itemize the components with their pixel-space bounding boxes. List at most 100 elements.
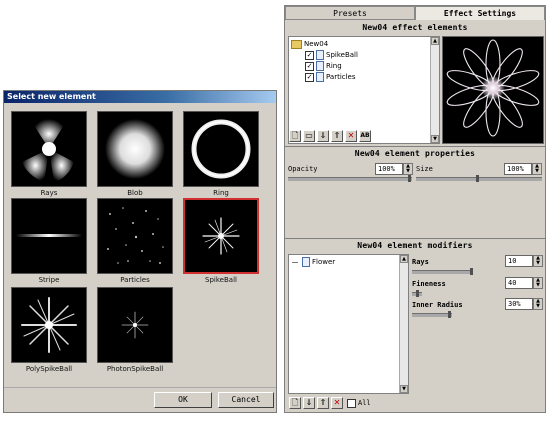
tree-root-item[interactable]: New04 [291,39,328,49]
tile-particles[interactable]: Particles [96,198,174,292]
tile-stripe[interactable]: Stripe [10,198,88,292]
move-up-icon[interactable]: ⇑ [331,130,343,142]
new-icon[interactable]: 🗋 [289,397,301,409]
tab-effect-settings[interactable]: Effect Settings [415,6,545,20]
tile-rays[interactable]: Rays [10,111,88,205]
open-icon[interactable]: ▭ [303,130,315,142]
tile-polyspikeball[interactable]: PolySpikeBall [10,287,88,381]
slider-thumb[interactable] [416,290,419,297]
dialog-button-bar: OK Cancel [4,387,276,412]
scroll-down-arrow-icon[interactable]: ▼ [400,385,408,393]
size-label: Size [416,165,433,173]
tree-line [292,261,298,263]
slider-thumb[interactable] [408,175,411,182]
new-icon[interactable]: 🗋 [289,130,301,142]
tab-presets[interactable]: Presets [285,6,415,20]
opacity-label: Opacity [288,165,318,173]
tree-item-label: SpikeBall [326,51,358,59]
polyspikeball-thumbnail-icon [11,287,87,363]
fineness-input[interactable]: 40 [505,277,533,289]
tile-label: Particles [120,276,150,284]
spikeball-thumbnail-icon [183,198,259,274]
slider-thumb[interactable] [476,175,479,182]
tile-label: Stripe [38,276,60,284]
tile-ring[interactable]: Ring [182,111,260,205]
document-icon [316,50,324,60]
tree-item-label: Particles [326,73,356,81]
fineness-slider[interactable] [412,290,422,297]
particles-thumbnail-icon [97,198,173,274]
rays-label: Rays [412,258,429,266]
modifiers-scrollbar[interactable]: ▲ ▼ [399,255,408,393]
rays-thumbnail-icon [11,111,87,187]
size-input[interactable]: 100% [504,163,532,175]
tree-item-label: Ring [326,62,342,70]
tile-label: SpikeBall [205,276,237,284]
inner-radius-input[interactable]: 30% [505,298,533,310]
size-spinner-icon[interactable]: ▲ ▼ [532,163,542,175]
cancel-button[interactable]: Cancel [218,392,274,408]
fineness-label: Fineness [412,280,446,288]
spikeball-checkbox[interactable]: ✓ [305,50,314,60]
modifiers-list: Flower ▲ ▼ [288,254,409,394]
scroll-down-arrow-icon[interactable]: ▼ [431,135,439,143]
elements-tree: New04 ✓ SpikeBall ✓ Ring ✓ Particles ▲ ▼ [288,36,440,144]
opacity-input[interactable]: 100% [375,163,403,175]
elements-section-title: New04 effect elements [362,23,468,32]
ok-button[interactable]: OK [154,392,212,408]
delete-icon[interactable]: ✕ [345,130,357,142]
modifiers-section-title: New04 element modifiers [357,241,473,250]
size-slider[interactable] [416,175,542,182]
inner-radius-label: Inner Radius [412,301,463,309]
tile-label: Blob [127,189,143,197]
document-icon [302,257,310,267]
rays-slider[interactable] [412,268,473,275]
document-icon [316,72,324,82]
rays-input[interactable]: 10 [505,255,533,267]
rays-spinner-icon[interactable]: ▲ ▼ [533,255,543,267]
tile-label: PhotonSpikeBall [106,365,164,373]
scroll-up-arrow-icon[interactable]: ▲ [431,37,439,45]
particles-checkbox[interactable]: ✓ [305,72,314,82]
properties-section-title: New04 element properties [354,149,476,158]
document-icon [316,61,324,71]
blob-thumbnail-icon [97,111,173,187]
dialog-title: Select new element [4,91,276,103]
tree-item-spikeball[interactable]: ✓ SpikeBall [305,50,358,60]
inner-radius-spinner-icon[interactable]: ▲ ▼ [533,298,543,310]
tile-photonspikeball[interactable]: PhotonSpikeBall [96,287,174,381]
ring-thumbnail-icon [183,111,259,187]
stripe-thumbnail-icon [11,198,87,274]
modifier-label: Flower [312,258,336,266]
slider-thumb[interactable] [448,311,451,318]
move-down-icon[interactable]: ⇓ [317,130,329,142]
elements-scrollbar[interactable]: ▲ ▼ [430,37,439,143]
inner-radius-slider[interactable] [412,311,452,318]
tile-blob[interactable]: Blob [96,111,174,205]
fineness-spinner-icon[interactable]: ▲ ▼ [533,277,543,289]
slider-thumb[interactable] [470,268,473,275]
scroll-up-arrow-icon[interactable]: ▲ [400,255,408,263]
delete-icon[interactable]: ✕ [331,397,343,409]
section-divider [285,238,545,239]
rename-icon[interactable]: AB [359,130,371,142]
tree-item-ring[interactable]: ✓ Ring [305,61,342,71]
tree-root-label: New04 [304,40,329,48]
opacity-slider[interactable] [288,175,412,182]
all-checkbox-row[interactable]: All [347,398,371,408]
tile-spikeball[interactable]: SpikeBall [182,198,260,292]
select-element-dialog: Select new element Rays Blob Ring Stripe… [3,90,277,413]
move-up-icon[interactable]: ⇑ [317,397,329,409]
ring-checkbox[interactable]: ✓ [305,61,314,71]
folder-icon [291,39,302,49]
section-divider [285,146,545,147]
move-down-icon[interactable]: ⇓ [303,397,315,409]
modifier-item-flower[interactable]: Flower [292,257,335,267]
all-checkbox[interactable] [347,398,356,408]
opacity-spinner-icon[interactable]: ▲ ▼ [403,163,413,175]
tree-item-particles[interactable]: ✓ Particles [305,72,356,82]
tile-label: Ring [213,189,229,197]
photonspikeball-thumbnail-icon [97,287,173,363]
all-label: All [358,399,371,407]
effect-preview [442,36,544,144]
